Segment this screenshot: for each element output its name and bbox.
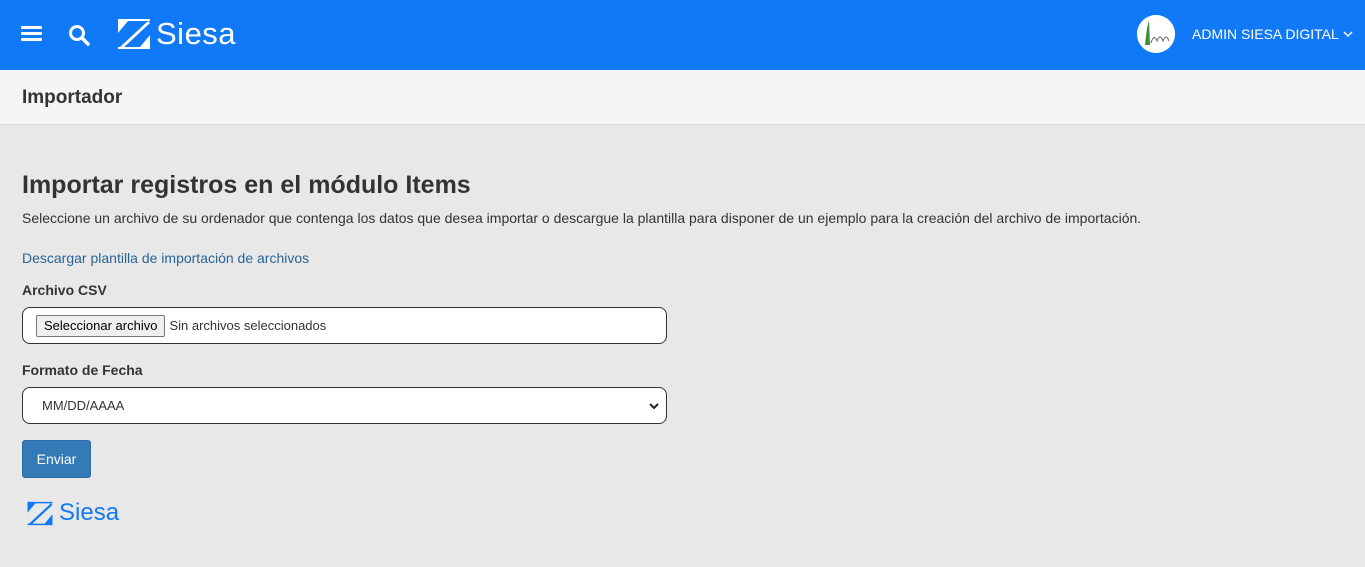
footer-brand-name: Siesa	[59, 499, 120, 526]
page-header: Importador	[0, 70, 1365, 125]
hamburger-menu-icon[interactable]	[21, 24, 42, 44]
submit-button[interactable]: Enviar	[22, 440, 91, 478]
select-file-button[interactable]: Seleccionar archivo	[36, 314, 166, 337]
date-format-value: MM/DD/AAAA	[42, 398, 125, 413]
file-input[interactable]: Seleccionar archivo Sin archivos selecci…	[22, 307, 667, 344]
search-icon[interactable]	[67, 23, 91, 47]
top-navbar: Siesa ADMIN SIESA DIGITAL	[0, 0, 1365, 70]
date-format-label: Formato de Fecha	[22, 362, 143, 378]
page-title: Importar registros en el módulo Items	[22, 171, 471, 199]
chevron-down-icon	[649, 403, 659, 410]
brand-name: Siesa	[156, 16, 237, 51]
user-name: ADMIN SIESA DIGITAL	[1192, 26, 1339, 42]
page-header-title: Importador	[22, 87, 123, 108]
file-field-label: Archivo CSV	[22, 282, 107, 298]
download-template-link[interactable]: Descargar plantilla de importación de ar…	[22, 250, 309, 266]
user-menu-dropdown[interactable]: ADMIN SIESA DIGITAL	[1192, 24, 1353, 44]
date-format-select[interactable]: MM/DD/AAAA	[22, 387, 667, 424]
siesa-logo[interactable]: Siesa	[116, 16, 236, 52]
file-status-text: Sin archivos seleccionados	[169, 318, 327, 333]
page-description: Seleccione un archivo de su ordenador qu…	[22, 210, 1142, 226]
user-avatar[interactable]	[1137, 15, 1175, 53]
footer-siesa-logo: Siesa	[26, 499, 119, 527]
chevron-down-icon	[1343, 31, 1353, 38]
siesa-logo-icon	[27, 501, 53, 525]
siesa-logo-icon	[118, 19, 150, 49]
